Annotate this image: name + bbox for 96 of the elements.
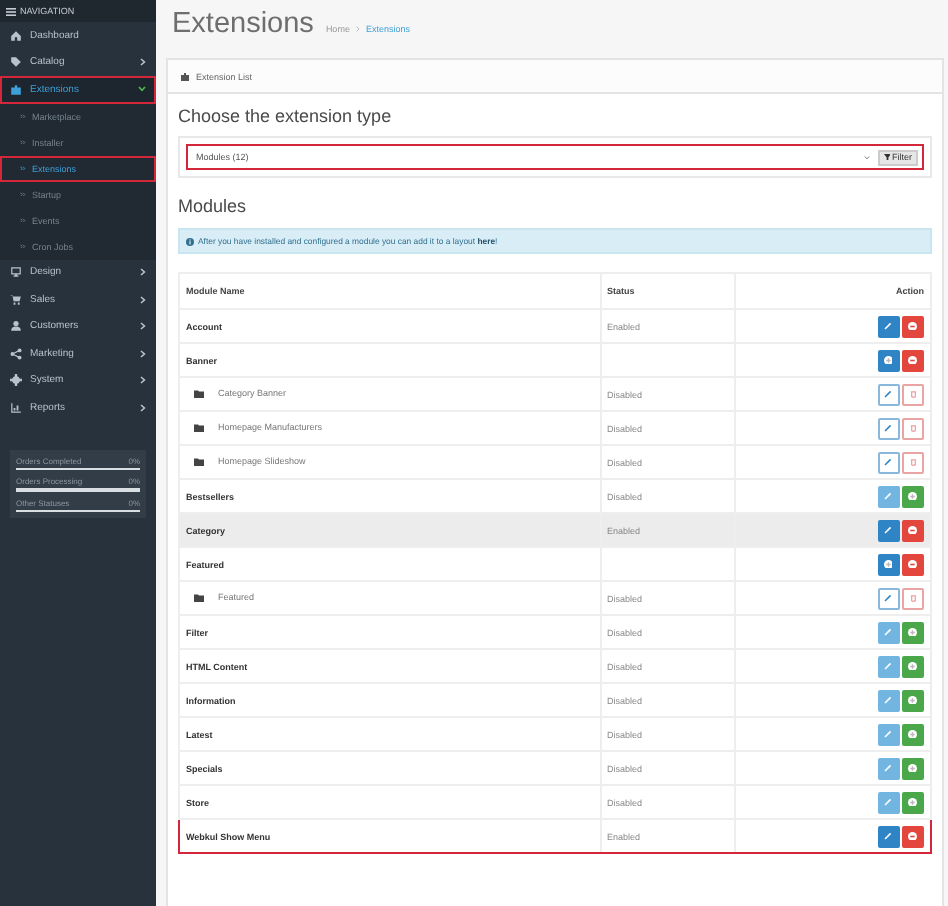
tag-icon	[10, 56, 22, 69]
uninstall-button[interactable]	[902, 553, 924, 575]
chevron-right-icon	[140, 376, 146, 385]
uninstall-button[interactable]	[902, 315, 924, 337]
pencil-icon	[884, 696, 892, 704]
edit-button[interactable]	[877, 451, 899, 473]
bar-chart-icon	[10, 401, 22, 414]
pencil-icon	[884, 458, 892, 466]
uninstall-button[interactable]	[902, 519, 924, 541]
funnel-icon	[883, 153, 890, 161]
minus-circle-icon	[908, 321, 918, 331]
delete-button[interactable]	[902, 587, 924, 609]
install-button[interactable]	[902, 485, 924, 507]
add-button[interactable]	[877, 349, 899, 371]
plus-circle-icon	[908, 661, 918, 671]
install-button[interactable]	[902, 757, 924, 779]
section-title: Choose the extension type	[178, 106, 394, 126]
trash-icon	[909, 594, 917, 602]
minus-circle-icon	[908, 355, 918, 365]
pencil-icon	[884, 832, 892, 840]
plus-circle-icon	[908, 797, 918, 807]
edit-button[interactable]	[877, 485, 899, 507]
edit-button[interactable]	[877, 315, 899, 337]
double-chevron-icon	[20, 243, 26, 249]
pencil-icon	[884, 526, 892, 534]
pencil-icon	[884, 594, 892, 602]
install-button[interactable]	[902, 689, 924, 711]
uninstall-button[interactable]	[902, 349, 924, 371]
delete-button[interactable]	[902, 451, 924, 473]
trash-icon	[909, 424, 917, 432]
edit-button[interactable]	[877, 757, 899, 779]
install-button[interactable]	[902, 655, 924, 677]
monitor-icon	[10, 266, 22, 279]
folder-icon	[194, 457, 204, 466]
folder-icon	[194, 423, 204, 432]
menu-icon	[6, 7, 16, 15]
plus-circle-icon	[908, 695, 918, 705]
cart-icon	[10, 293, 22, 306]
section-title: Modules	[178, 196, 249, 216]
trash-icon	[909, 390, 917, 398]
pencil-icon	[884, 322, 892, 330]
share-icon	[10, 347, 22, 360]
pencil-icon	[884, 764, 892, 772]
chevron-right-icon	[140, 268, 146, 277]
delete-button[interactable]	[902, 417, 924, 439]
edit-button[interactable]	[877, 519, 899, 541]
edit-button[interactable]	[877, 791, 899, 813]
trash-icon	[909, 458, 917, 466]
edit-button[interactable]	[877, 383, 899, 405]
edit-button[interactable]	[877, 621, 899, 643]
delete-button[interactable]	[902, 383, 924, 405]
plus-circle-icon	[908, 763, 918, 773]
chevron-right-icon	[140, 58, 146, 67]
user-icon	[10, 320, 22, 333]
chevron-right-icon	[140, 295, 146, 304]
edit-button[interactable]	[877, 689, 899, 711]
double-chevron-icon	[20, 217, 26, 223]
plus-circle-icon	[883, 355, 893, 365]
chevron-down-icon	[138, 86, 146, 93]
edit-button[interactable]	[877, 587, 899, 609]
uninstall-button[interactable]	[902, 825, 924, 847]
minus-circle-icon	[908, 559, 918, 569]
pencil-icon	[884, 730, 892, 738]
double-chevron-icon	[20, 113, 26, 119]
install-button[interactable]	[902, 723, 924, 745]
folder-icon	[194, 593, 204, 602]
home-icon	[10, 29, 22, 42]
folder-icon	[194, 389, 204, 398]
pencil-icon	[884, 492, 892, 500]
edit-button[interactable]	[877, 417, 899, 439]
edit-button[interactable]	[877, 655, 899, 677]
double-chevron-icon	[20, 139, 26, 145]
plus-circle-icon	[908, 491, 918, 501]
pencil-icon	[884, 390, 892, 398]
pencil-icon	[884, 798, 892, 806]
minus-circle-icon	[908, 831, 918, 841]
add-button[interactable]	[877, 553, 899, 575]
plus-circle-icon	[883, 559, 893, 569]
chevron-right-icon	[140, 349, 146, 358]
plus-circle-icon	[908, 627, 918, 637]
edit-button[interactable]	[877, 723, 899, 745]
install-button[interactable]	[902, 791, 924, 813]
minus-circle-icon	[908, 525, 918, 535]
double-chevron-icon	[20, 165, 26, 171]
pencil-icon	[884, 662, 892, 670]
chevron-right-icon	[140, 403, 146, 412]
page-title: Extensions	[172, 8, 314, 40]
info-icon	[186, 237, 194, 245]
pencil-icon	[884, 424, 892, 432]
chevron-right-icon	[140, 322, 146, 331]
caret-icon	[863, 155, 869, 159]
pencil-icon	[884, 628, 892, 636]
plus-circle-icon	[908, 729, 918, 739]
install-button[interactable]	[902, 621, 924, 643]
double-chevron-icon	[20, 191, 26, 197]
edit-button[interactable]	[877, 825, 899, 847]
